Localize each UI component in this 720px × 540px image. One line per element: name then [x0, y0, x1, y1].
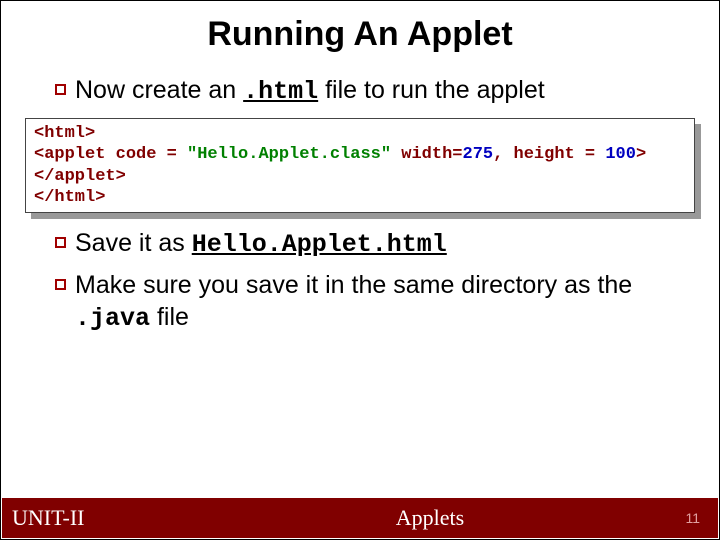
code-fragment: <applet code = [34, 145, 187, 164]
slide: Running An Applet Now create an .html fi… [0, 0, 720, 540]
code-number: 275 [463, 145, 494, 164]
bullet-item: Make sure you save it in the same direct… [23, 269, 697, 335]
bullet-item: Now create an .html file to run the appl… [23, 74, 697, 108]
code-line: </html> [34, 187, 686, 208]
bullet-icon [55, 84, 66, 95]
code-fragment: , height = [493, 145, 605, 164]
code-line: <applet code = "Hello.Applet.class" widt… [34, 144, 686, 165]
inline-code: .html [243, 77, 318, 106]
code-number: 100 [605, 145, 636, 164]
code-block: <html> <applet code = "Hello.Applet.clas… [25, 118, 695, 213]
content-area: Now create an .html file to run the appl… [1, 74, 719, 335]
code-fragment: > [636, 145, 646, 164]
bullet-list-bottom: Save it as Hello.Applet.html Make sure y… [23, 227, 697, 335]
text-fragment: Now create an [75, 76, 243, 104]
text-fragment: Save it as [75, 229, 192, 257]
footer-title: Applets [202, 505, 658, 531]
inline-code: Hello.Applet.html [192, 230, 447, 259]
inline-code: .java [75, 304, 150, 333]
code-fragment: width= [391, 145, 462, 164]
bullet-text: Make sure you save it in the same direct… [75, 271, 632, 331]
bullet-icon [55, 237, 66, 248]
code-content: <html> <applet code = "Hello.Applet.clas… [25, 118, 695, 213]
text-fragment: Make sure you save it in the same direct… [75, 271, 632, 299]
bullet-text: Save it as Hello.Applet.html [75, 229, 447, 257]
bullet-list-top: Now create an .html file to run the appl… [23, 74, 697, 108]
page-number: 11 [658, 510, 718, 526]
slide-title: Running An Applet [1, 1, 719, 74]
bullet-item: Save it as Hello.Applet.html [23, 227, 697, 261]
code-line: <html> [34, 123, 686, 144]
footer-unit: UNIT-II [2, 505, 202, 531]
footer-bar: UNIT-II Applets 11 [2, 498, 718, 538]
text-fragment: file to run the applet [318, 76, 545, 104]
code-line: </applet> [34, 166, 686, 187]
code-string: "Hello.Applet.class" [187, 145, 391, 164]
text-fragment: file [150, 303, 189, 331]
bullet-icon [55, 279, 66, 290]
bullet-text: Now create an .html file to run the appl… [75, 76, 545, 104]
